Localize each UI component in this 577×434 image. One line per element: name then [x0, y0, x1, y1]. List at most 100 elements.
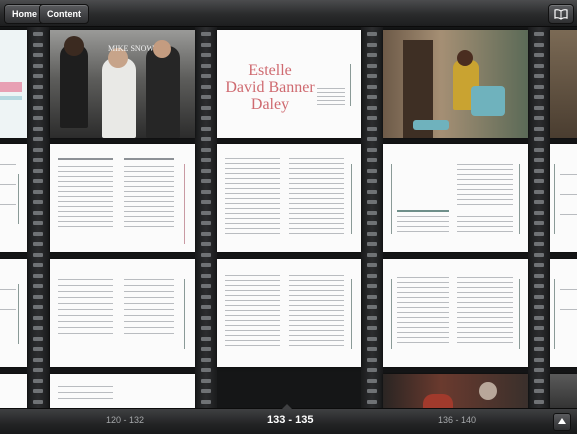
- film-hole: [534, 74, 544, 78]
- film-hole: [201, 32, 211, 36]
- page-thumbnail[interactable]: [0, 30, 27, 138]
- film-hole: [367, 305, 377, 309]
- page-thumbnail[interactable]: [0, 259, 27, 367]
- film-hole: [367, 158, 377, 162]
- film-hole: [201, 95, 211, 99]
- film-hole: [367, 231, 377, 236]
- film-hole: [201, 42, 211, 47]
- range-current[interactable]: 133 - 135: [267, 414, 313, 426]
- film-hole: [367, 63, 377, 68]
- page-thumbnail[interactable]: [50, 374, 195, 408]
- film-hole: [367, 294, 377, 299]
- film-hole: [33, 42, 43, 47]
- film-hole: [201, 336, 211, 341]
- film-hole: [33, 179, 43, 183]
- film-hole: [201, 347, 211, 351]
- page-thumbnail-photo[interactable]: [383, 374, 528, 408]
- film-strip: [195, 26, 217, 408]
- page-thumbnail[interactable]: [383, 144, 528, 252]
- open-book-icon: [554, 9, 568, 20]
- top-toolbar: Home Content: [0, 0, 577, 27]
- film-hole: [201, 305, 211, 309]
- film-hole: [534, 378, 544, 383]
- page-thumbnail-title[interactable]: Estelle David Banner Daley: [217, 30, 361, 138]
- film-hole: [534, 116, 544, 120]
- page-thumbnail-photo[interactable]: MIKE SNOW: [50, 30, 195, 138]
- film-hole: [367, 399, 377, 404]
- film-hole: [367, 221, 377, 225]
- film-hole: [534, 179, 544, 183]
- arrow-up-icon[interactable]: [553, 413, 571, 431]
- film-hole: [534, 147, 544, 152]
- page-grid: MIKE SNOW Estelle David Banner Daley: [0, 26, 577, 408]
- film-hole: [367, 179, 377, 183]
- film-hole: [534, 305, 544, 309]
- film-hole: [33, 95, 43, 99]
- film-hole: [33, 326, 43, 330]
- page-thumbnail[interactable]: [0, 374, 27, 408]
- page-thumbnail-photo[interactable]: [550, 374, 577, 408]
- film-hole: [534, 336, 544, 341]
- film-hole: [33, 137, 43, 141]
- film-hole: [33, 294, 43, 299]
- film-hole: [367, 168, 377, 173]
- film-hole: [33, 147, 43, 152]
- page-thumbnail-photo[interactable]: [383, 30, 528, 138]
- bookmarks-button[interactable]: [548, 4, 574, 24]
- film-hole: [534, 263, 544, 267]
- page-thumbnail[interactable]: [50, 144, 195, 252]
- film-hole: [534, 315, 544, 320]
- range-next[interactable]: 136 - 140: [438, 415, 476, 425]
- film-hole: [33, 357, 43, 362]
- page-thumbnail[interactable]: [550, 259, 577, 367]
- film-hole: [201, 326, 211, 330]
- film-hole: [367, 74, 377, 78]
- film-hole: [201, 399, 211, 404]
- film-hole: [367, 284, 377, 288]
- film-hole: [534, 200, 544, 204]
- film-hole: [33, 168, 43, 173]
- page-thumbnail[interactable]: [50, 259, 195, 367]
- range-prev[interactable]: 120 - 132: [106, 415, 144, 425]
- page-thumbnail[interactable]: [217, 259, 361, 367]
- film-hole: [534, 63, 544, 68]
- film-hole: [367, 84, 377, 89]
- film-hole: [367, 242, 377, 246]
- film-hole: [33, 284, 43, 288]
- page-thumbnail[interactable]: [0, 144, 27, 252]
- film-hole: [33, 158, 43, 162]
- film-hole: [534, 53, 544, 57]
- film-hole: [367, 389, 377, 393]
- film-hole: [367, 210, 377, 215]
- film-hole: [33, 63, 43, 68]
- film-hole: [367, 189, 377, 194]
- film-hole: [33, 53, 43, 57]
- film-hole: [367, 126, 377, 131]
- film-hole: [201, 231, 211, 236]
- spread-title: Estelle David Banner Daley: [225, 62, 315, 113]
- page-thumbnail[interactable]: [217, 144, 361, 252]
- film-hole: [534, 357, 544, 362]
- film-hole: [534, 252, 544, 257]
- film-hole: [534, 368, 544, 372]
- film-hole: [534, 42, 544, 47]
- film-hole: [367, 200, 377, 204]
- film-hole: [33, 116, 43, 120]
- film-hole: [201, 126, 211, 131]
- film-hole: [534, 389, 544, 393]
- film-hole: [201, 252, 211, 257]
- page-thumbnail-photo[interactable]: [550, 30, 577, 138]
- film-hole: [201, 242, 211, 246]
- film-hole: [534, 347, 544, 351]
- film-hole: [201, 105, 211, 110]
- film-hole: [33, 74, 43, 78]
- film-hole: [201, 368, 211, 372]
- film-hole: [534, 242, 544, 246]
- film-hole: [201, 221, 211, 225]
- page-thumbnail[interactable]: [383, 259, 528, 367]
- film-hole: [201, 63, 211, 68]
- content-button[interactable]: Content: [39, 4, 89, 24]
- film-hole: [33, 231, 43, 236]
- page-thumbnail[interactable]: [550, 144, 577, 252]
- film-hole: [367, 42, 377, 47]
